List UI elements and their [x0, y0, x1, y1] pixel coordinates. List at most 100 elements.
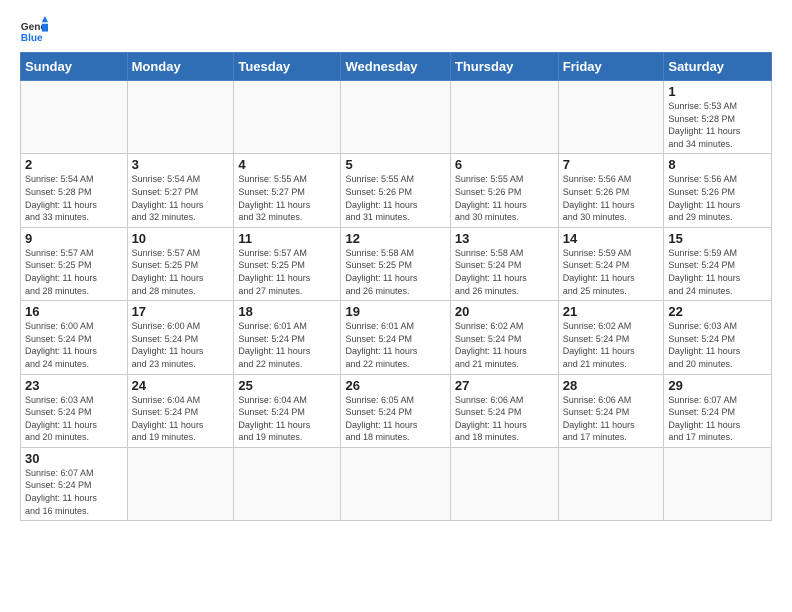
day-info: Sunrise: 5:59 AM Sunset: 5:24 PM Dayligh… — [563, 247, 660, 297]
weekday-header-wednesday: Wednesday — [341, 53, 450, 81]
day-number: 5 — [345, 157, 445, 172]
day-number: 27 — [455, 378, 554, 393]
calendar-cell: 9Sunrise: 5:57 AM Sunset: 5:25 PM Daylig… — [21, 227, 128, 300]
calendar-cell — [341, 447, 450, 520]
day-number: 11 — [238, 231, 336, 246]
calendar-cell: 19Sunrise: 6:01 AM Sunset: 5:24 PM Dayli… — [341, 301, 450, 374]
calendar-cell: 30Sunrise: 6:07 AM Sunset: 5:24 PM Dayli… — [21, 447, 128, 520]
calendar-cell: 23Sunrise: 6:03 AM Sunset: 5:24 PM Dayli… — [21, 374, 128, 447]
day-info: Sunrise: 5:55 AM Sunset: 5:26 PM Dayligh… — [455, 173, 554, 223]
calendar-table: SundayMondayTuesdayWednesdayThursdayFrid… — [20, 52, 772, 521]
day-number: 24 — [132, 378, 230, 393]
day-number: 25 — [238, 378, 336, 393]
day-number: 12 — [345, 231, 445, 246]
calendar-cell: 1Sunrise: 5:53 AM Sunset: 5:28 PM Daylig… — [664, 81, 772, 154]
calendar-cell: 8Sunrise: 5:56 AM Sunset: 5:26 PM Daylig… — [664, 154, 772, 227]
day-number: 3 — [132, 157, 230, 172]
day-number: 1 — [668, 84, 767, 99]
calendar-cell: 12Sunrise: 5:58 AM Sunset: 5:25 PM Dayli… — [341, 227, 450, 300]
day-number: 6 — [455, 157, 554, 172]
calendar-cell: 29Sunrise: 6:07 AM Sunset: 5:24 PM Dayli… — [664, 374, 772, 447]
day-number: 4 — [238, 157, 336, 172]
day-info: Sunrise: 6:07 AM Sunset: 5:24 PM Dayligh… — [668, 394, 767, 444]
day-info: Sunrise: 6:04 AM Sunset: 5:24 PM Dayligh… — [132, 394, 230, 444]
generalblue-logo-icon: General Blue — [20, 16, 48, 44]
day-number: 17 — [132, 304, 230, 319]
calendar-week-5: 23Sunrise: 6:03 AM Sunset: 5:24 PM Dayli… — [21, 374, 772, 447]
calendar-cell: 20Sunrise: 6:02 AM Sunset: 5:24 PM Dayli… — [450, 301, 558, 374]
day-info: Sunrise: 5:58 AM Sunset: 5:25 PM Dayligh… — [345, 247, 445, 297]
day-number: 29 — [668, 378, 767, 393]
calendar-cell: 3Sunrise: 5:54 AM Sunset: 5:27 PM Daylig… — [127, 154, 234, 227]
calendar-cell — [558, 447, 664, 520]
day-info: Sunrise: 5:57 AM Sunset: 5:25 PM Dayligh… — [238, 247, 336, 297]
calendar-cell: 10Sunrise: 5:57 AM Sunset: 5:25 PM Dayli… — [127, 227, 234, 300]
day-number: 21 — [563, 304, 660, 319]
calendar-cell: 17Sunrise: 6:00 AM Sunset: 5:24 PM Dayli… — [127, 301, 234, 374]
day-info: Sunrise: 6:03 AM Sunset: 5:24 PM Dayligh… — [668, 320, 767, 370]
calendar-cell — [127, 447, 234, 520]
calendar-cell — [234, 81, 341, 154]
calendar-cell — [558, 81, 664, 154]
calendar-cell — [127, 81, 234, 154]
day-number: 14 — [563, 231, 660, 246]
day-info: Sunrise: 6:00 AM Sunset: 5:24 PM Dayligh… — [132, 320, 230, 370]
calendar-cell: 24Sunrise: 6:04 AM Sunset: 5:24 PM Dayli… — [127, 374, 234, 447]
calendar-cell — [341, 81, 450, 154]
calendar-cell — [21, 81, 128, 154]
calendar-cell: 6Sunrise: 5:55 AM Sunset: 5:26 PM Daylig… — [450, 154, 558, 227]
day-info: Sunrise: 5:54 AM Sunset: 5:27 PM Dayligh… — [132, 173, 230, 223]
calendar-week-4: 16Sunrise: 6:00 AM Sunset: 5:24 PM Dayli… — [21, 301, 772, 374]
calendar-cell: 4Sunrise: 5:55 AM Sunset: 5:27 PM Daylig… — [234, 154, 341, 227]
calendar-week-3: 9Sunrise: 5:57 AM Sunset: 5:25 PM Daylig… — [21, 227, 772, 300]
day-number: 8 — [668, 157, 767, 172]
day-info: Sunrise: 6:02 AM Sunset: 5:24 PM Dayligh… — [455, 320, 554, 370]
calendar-cell: 22Sunrise: 6:03 AM Sunset: 5:24 PM Dayli… — [664, 301, 772, 374]
page: General Blue SundayMondayTuesdayWednesda… — [0, 0, 792, 531]
calendar-cell: 14Sunrise: 5:59 AM Sunset: 5:24 PM Dayli… — [558, 227, 664, 300]
day-number: 23 — [25, 378, 123, 393]
day-info: Sunrise: 5:55 AM Sunset: 5:27 PM Dayligh… — [238, 173, 336, 223]
day-number: 18 — [238, 304, 336, 319]
weekday-header-friday: Friday — [558, 53, 664, 81]
day-info: Sunrise: 5:59 AM Sunset: 5:24 PM Dayligh… — [668, 247, 767, 297]
calendar-week-6: 30Sunrise: 6:07 AM Sunset: 5:24 PM Dayli… — [21, 447, 772, 520]
weekday-header-tuesday: Tuesday — [234, 53, 341, 81]
calendar-cell: 18Sunrise: 6:01 AM Sunset: 5:24 PM Dayli… — [234, 301, 341, 374]
weekday-header-saturday: Saturday — [664, 53, 772, 81]
day-number: 20 — [455, 304, 554, 319]
day-number: 15 — [668, 231, 767, 246]
day-info: Sunrise: 5:54 AM Sunset: 5:28 PM Dayligh… — [25, 173, 123, 223]
header: General Blue — [20, 16, 772, 44]
logo: General Blue — [20, 16, 52, 44]
calendar-week-2: 2Sunrise: 5:54 AM Sunset: 5:28 PM Daylig… — [21, 154, 772, 227]
weekday-header-thursday: Thursday — [450, 53, 558, 81]
calendar-cell: 11Sunrise: 5:57 AM Sunset: 5:25 PM Dayli… — [234, 227, 341, 300]
calendar-cell: 13Sunrise: 5:58 AM Sunset: 5:24 PM Dayli… — [450, 227, 558, 300]
day-info: Sunrise: 5:57 AM Sunset: 5:25 PM Dayligh… — [132, 247, 230, 297]
calendar-cell: 28Sunrise: 6:06 AM Sunset: 5:24 PM Dayli… — [558, 374, 664, 447]
day-info: Sunrise: 5:56 AM Sunset: 5:26 PM Dayligh… — [563, 173, 660, 223]
day-info: Sunrise: 6:04 AM Sunset: 5:24 PM Dayligh… — [238, 394, 336, 444]
calendar-cell — [664, 447, 772, 520]
day-info: Sunrise: 6:02 AM Sunset: 5:24 PM Dayligh… — [563, 320, 660, 370]
day-info: Sunrise: 5:53 AM Sunset: 5:28 PM Dayligh… — [668, 100, 767, 150]
svg-text:Blue: Blue — [21, 33, 43, 44]
day-info: Sunrise: 6:00 AM Sunset: 5:24 PM Dayligh… — [25, 320, 123, 370]
weekday-header-row: SundayMondayTuesdayWednesdayThursdayFrid… — [21, 53, 772, 81]
day-number: 30 — [25, 451, 123, 466]
day-number: 10 — [132, 231, 230, 246]
calendar-cell: 15Sunrise: 5:59 AM Sunset: 5:24 PM Dayli… — [664, 227, 772, 300]
calendar-cell: 5Sunrise: 5:55 AM Sunset: 5:26 PM Daylig… — [341, 154, 450, 227]
day-info: Sunrise: 6:06 AM Sunset: 5:24 PM Dayligh… — [563, 394, 660, 444]
day-info: Sunrise: 6:01 AM Sunset: 5:24 PM Dayligh… — [238, 320, 336, 370]
calendar-cell: 2Sunrise: 5:54 AM Sunset: 5:28 PM Daylig… — [21, 154, 128, 227]
calendar-cell — [234, 447, 341, 520]
day-info: Sunrise: 5:58 AM Sunset: 5:24 PM Dayligh… — [455, 247, 554, 297]
calendar-cell — [450, 81, 558, 154]
weekday-header-sunday: Sunday — [21, 53, 128, 81]
day-info: Sunrise: 6:05 AM Sunset: 5:24 PM Dayligh… — [345, 394, 445, 444]
day-number: 13 — [455, 231, 554, 246]
day-number: 16 — [25, 304, 123, 319]
calendar-week-1: 1Sunrise: 5:53 AM Sunset: 5:28 PM Daylig… — [21, 81, 772, 154]
